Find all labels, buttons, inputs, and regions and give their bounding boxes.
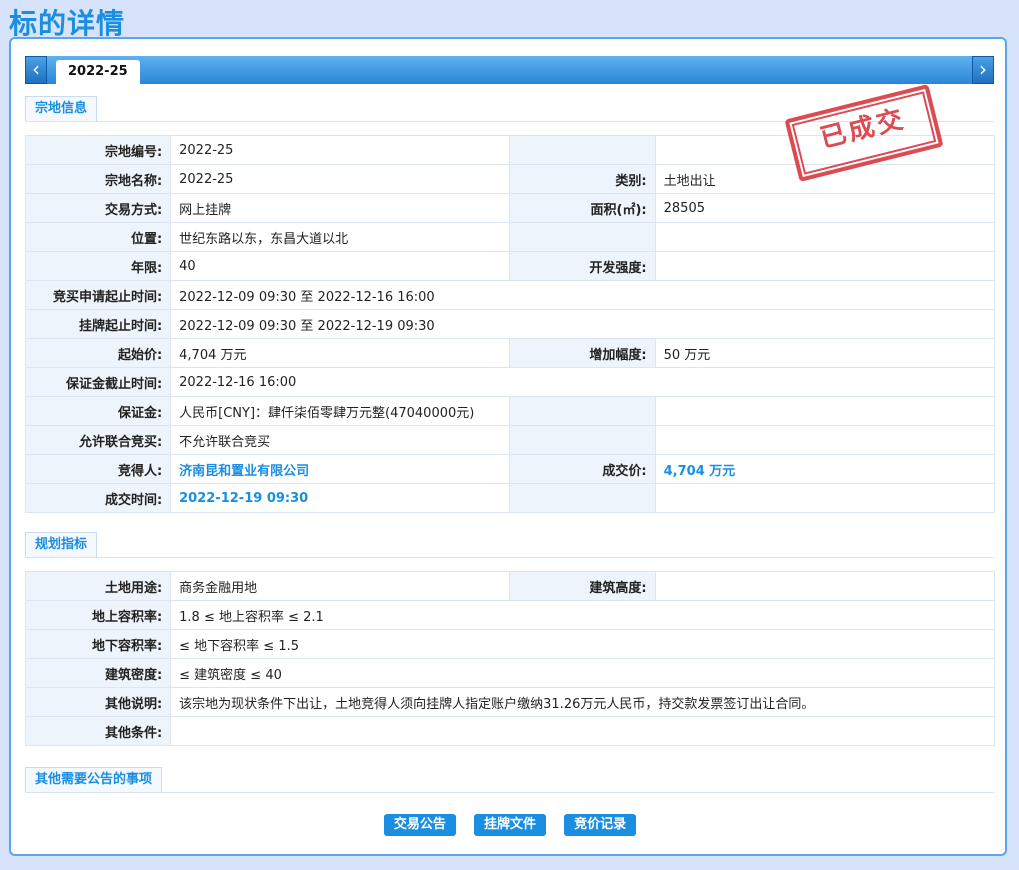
table-row: 年限: 40 开发强度:: [24, 251, 996, 281]
field-value: 1.8 ≤ 地上容积率 ≤ 2.1: [170, 600, 995, 630]
field-value: 人民币[CNY]：肆仟柒佰零肆万元整(47040000元): [170, 396, 511, 426]
tab-bar: ‹ 2022-25 ›: [25, 56, 994, 84]
field-label: 开发强度:: [509, 251, 656, 281]
chevron-right-icon[interactable]: ›: [972, 56, 994, 84]
field-label: 成交时间:: [24, 483, 172, 513]
field-value: 4,704 万元: [170, 338, 511, 368]
field-value: 2022-12-09 09:30 至 2022-12-16 16:00: [170, 280, 995, 310]
table-row: 保证金截止时间: 2022-12-16 16:00: [24, 367, 995, 397]
field-label: 类别:: [509, 164, 656, 194]
section-header-other-notices: 其他需要公告的事项: [25, 767, 994, 793]
field-value: 2022-25: [170, 135, 511, 165]
field-value: 2022-25: [170, 164, 511, 194]
table-row: 成交时间: 2022-12-19 09:30: [24, 483, 996, 513]
field-value: 世纪东路以东，东昌大道以北: [170, 222, 511, 252]
table-row: 交易方式: 网上挂牌 面积(㎡): 28505: [24, 193, 996, 223]
section-header-planning: 规划指标: [25, 532, 994, 558]
parcel-info-table: 宗地编号: 2022-25 宗地名称: 2022-25 类别: 土地出让 交易方式: 网上挂牌…: [24, 135, 996, 513]
field-value[interactable]: 2022-12-19 09:30: [170, 483, 511, 513]
field-label: 其他说明:: [24, 687, 172, 717]
field-label: 挂牌起止时间:: [24, 309, 172, 339]
field-label: 建筑密度:: [24, 658, 172, 688]
field-label: [509, 396, 656, 426]
field-value: [170, 716, 995, 746]
table-row: 其他说明: 该宗地为现状条件下出让，土地竞得人须向挂牌人指定账户缴纳31.26万元…: [24, 687, 995, 717]
section-label[interactable]: 其他需要公告的事项: [25, 767, 163, 792]
field-value: 商务金融用地: [170, 571, 511, 601]
field-value: [654, 396, 996, 426]
table-row: 竞买申请起止时间: 2022-12-09 09:30 至 2022-12-16 1…: [24, 280, 995, 310]
field-label: 竞买申请起止时间:: [24, 280, 172, 310]
table-row: 建筑密度: ≤ 建筑密度 ≤ 40: [24, 658, 995, 688]
field-value[interactable]: 4,704 万元: [654, 454, 996, 484]
field-value[interactable]: 济南昆和置业有限公司: [170, 454, 511, 484]
field-label: 交易方式:: [24, 193, 172, 223]
table-row: 起始价: 4,704 万元 增加幅度: 50 万元: [24, 338, 996, 368]
planning-table: 土地用途: 商务金融用地 建筑高度: 地上容积率: 1.8 ≤ 地上容积率 ≤ 2.1 地…: [24, 571, 996, 746]
table-row: 地下容积率: ≤ 地下容积率 ≤ 1.5: [24, 629, 995, 659]
field-value: 2022-12-16 16:00: [170, 367, 995, 397]
field-value: 50 万元: [654, 338, 996, 368]
field-label: 成交价:: [509, 454, 656, 484]
field-value: 28505: [654, 193, 996, 223]
tab-2022-25[interactable]: 2022-25: [56, 60, 140, 84]
field-label: 地上容积率:: [24, 600, 172, 630]
field-value: 不允许联合竞买: [170, 425, 511, 455]
table-row: 位置: 世纪东路以东，东昌大道以北: [24, 222, 996, 252]
field-label: [509, 222, 656, 252]
field-label: [509, 135, 656, 165]
table-row: 竞得人: 济南昆和置业有限公司 成交价: 4,704 万元: [24, 454, 996, 484]
field-label: [509, 425, 656, 455]
field-label: 地下容积率:: [24, 629, 172, 659]
table-row: 土地用途: 商务金融用地 建筑高度:: [24, 571, 996, 601]
field-value: 网上挂牌: [170, 193, 511, 223]
section-label[interactable]: 宗地信息: [25, 96, 98, 121]
table-row: 挂牌起止时间: 2022-12-09 09:30 至 2022-12-19 09:…: [24, 309, 995, 339]
field-value: 2022-12-09 09:30 至 2022-12-19 09:30: [170, 309, 995, 339]
field-value: 40: [170, 251, 511, 281]
field-value: [654, 425, 996, 455]
table-row: 允许联合竞买: 不允许联合竞买: [24, 425, 996, 455]
field-value: 该宗地为现状条件下出让，土地竞得人须向挂牌人指定账户缴纳31.26万元人民币，持…: [170, 687, 995, 717]
bid-records-button[interactable]: 竞价记录: [564, 814, 637, 836]
action-buttons: 交易公告 挂牌文件 竞价记录: [11, 814, 1009, 836]
field-value: [654, 483, 996, 513]
field-label: 其他条件:: [24, 716, 172, 746]
field-value: [654, 222, 996, 252]
page-title: 标的详情: [9, 7, 126, 40]
field-value: [654, 251, 996, 281]
table-row: 地上容积率: 1.8 ≤ 地上容积率 ≤ 2.1: [24, 600, 995, 630]
field-label: 允许联合竞买:: [24, 425, 172, 455]
chevron-left-icon[interactable]: ‹: [25, 56, 47, 84]
field-label: 保证金截止时间:: [24, 367, 172, 397]
field-label: 宗地编号:: [24, 135, 172, 165]
field-label: 年限:: [24, 251, 172, 281]
field-label: 面积(㎡):: [509, 193, 656, 223]
field-value: [654, 571, 996, 601]
field-label: 宗地名称:: [24, 164, 172, 194]
field-label: 增加幅度:: [509, 338, 656, 368]
listing-documents-button[interactable]: 挂牌文件: [473, 814, 546, 836]
field-label: 起始价:: [24, 338, 172, 368]
section-label[interactable]: 规划指标: [25, 532, 98, 557]
field-label: 竞得人:: [24, 454, 172, 484]
table-row: 保证金: 人民币[CNY]：肆仟柒佰零肆万元整(47040000元): [24, 396, 996, 426]
field-label: 位置:: [24, 222, 172, 252]
field-value: ≤ 建筑密度 ≤ 40: [170, 658, 995, 688]
table-row: 其他条件:: [24, 716, 995, 746]
field-label: 土地用途:: [24, 571, 172, 601]
field-value: ≤ 地下容积率 ≤ 1.5: [170, 629, 995, 659]
field-label: [509, 483, 656, 513]
announcement-button[interactable]: 交易公告: [383, 814, 456, 836]
field-label: 保证金:: [24, 396, 172, 426]
field-label: 建筑高度:: [509, 571, 656, 601]
